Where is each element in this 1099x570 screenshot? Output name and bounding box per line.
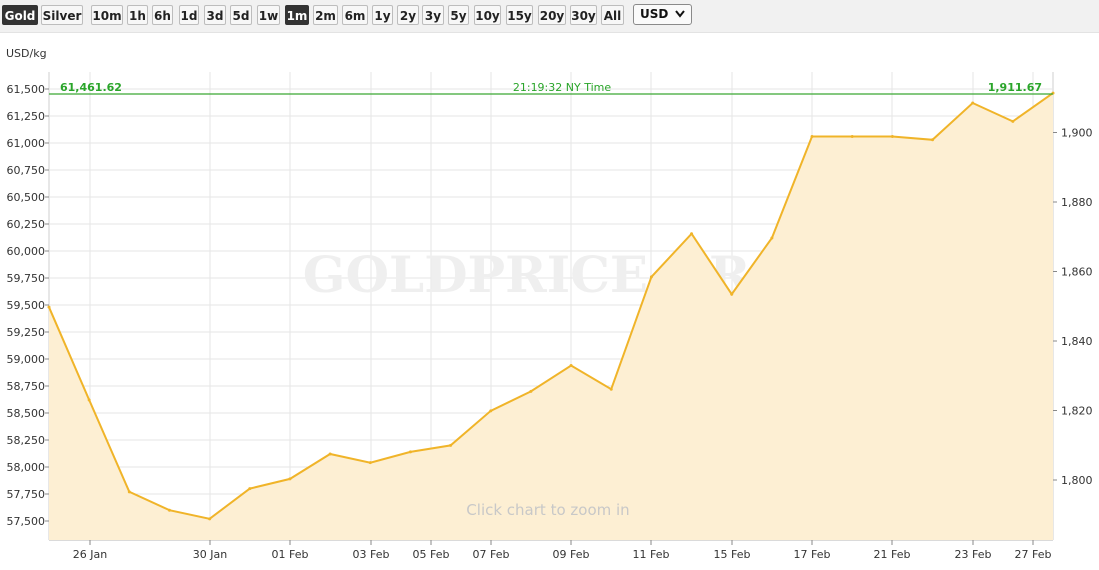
x-tick-label: 23 Feb bbox=[955, 548, 992, 561]
y-right-tick-label: 1,840 bbox=[1061, 335, 1093, 348]
x-tick-label: 09 Feb bbox=[553, 548, 590, 561]
data-point bbox=[810, 135, 814, 139]
y-left-tick-label: 59,750 bbox=[7, 272, 46, 285]
zoom-hint: Click chart to zoom in bbox=[466, 501, 629, 519]
data-point bbox=[449, 443, 453, 447]
current-price-right: 1,911.67 bbox=[988, 81, 1042, 94]
y-left-tick-label: 60,250 bbox=[7, 218, 46, 231]
x-tick-label: 21 Feb bbox=[874, 548, 911, 561]
y-right-tick-label: 1,860 bbox=[1061, 266, 1093, 279]
price-area bbox=[49, 93, 1053, 540]
x-tick-label: 01 Feb bbox=[272, 548, 309, 561]
y-left-tick-label: 58,750 bbox=[7, 380, 46, 393]
data-point bbox=[649, 275, 653, 279]
x-tick-label: 03 Feb bbox=[353, 548, 390, 561]
data-point bbox=[690, 232, 694, 236]
data-point bbox=[850, 135, 854, 139]
data-point bbox=[208, 517, 212, 521]
y-axis-right: 1,800 1,820 1,840 1,860 1,880 1,900 bbox=[1053, 127, 1093, 487]
x-axis: 26 Jan 30 Jan 01 Feb 03 Feb 05 Feb 07 Feb 09 F… bbox=[73, 540, 1052, 561]
y-left-tick-label: 60,750 bbox=[7, 164, 46, 177]
x-tick-label: 05 Feb bbox=[413, 548, 450, 561]
data-point bbox=[1011, 119, 1015, 123]
data-point bbox=[47, 305, 51, 309]
data-point bbox=[529, 389, 533, 393]
timestamp: 21:19:32 NY Time bbox=[513, 81, 611, 94]
data-point bbox=[368, 461, 372, 465]
data-point bbox=[609, 387, 613, 391]
y-left-tick-label: 57,750 bbox=[7, 488, 46, 501]
y-left-tick-label: 61,500 bbox=[7, 83, 46, 96]
data-point bbox=[730, 292, 734, 296]
x-tick-label: 15 Feb bbox=[714, 548, 751, 561]
data-point bbox=[890, 135, 894, 139]
y-right-tick-label: 1,800 bbox=[1061, 474, 1093, 487]
data-point bbox=[931, 138, 935, 142]
data-point bbox=[167, 508, 171, 512]
data-point bbox=[328, 452, 332, 456]
current-price-left: 61,461.62 bbox=[60, 81, 122, 94]
y-left-tick-label: 59,250 bbox=[7, 326, 46, 339]
y-left-tick-label: 58,250 bbox=[7, 434, 46, 447]
data-point bbox=[127, 490, 131, 494]
data-point bbox=[408, 450, 412, 454]
x-tick-label: 07 Feb bbox=[473, 548, 510, 561]
y-left-tick-label: 58,500 bbox=[7, 407, 46, 420]
y-left-tick-label: 57,500 bbox=[7, 515, 46, 528]
y-right-tick-label: 1,880 bbox=[1061, 196, 1093, 209]
data-point bbox=[87, 398, 91, 402]
data-point bbox=[248, 487, 252, 491]
x-tick-label: 17 Feb bbox=[794, 548, 831, 561]
y-left-tick-label: 61,000 bbox=[7, 137, 46, 150]
y-axis-left: 57,500 57,750 58,000 58,250 58,500 58,750 59,0… bbox=[7, 83, 49, 528]
y-left-tick-label: 59,000 bbox=[7, 353, 46, 366]
data-point bbox=[770, 236, 774, 240]
y-left-tick-label: 58,000 bbox=[7, 461, 46, 474]
y-left-tick-label: 61,250 bbox=[7, 110, 46, 123]
y-left-tick-label: 60,500 bbox=[7, 191, 46, 204]
price-chart[interactable]: GOLDPRICE.ORG 61,461.62 21:19:32 NY Time… bbox=[0, 0, 1099, 570]
y-left-tick-label: 60,000 bbox=[7, 245, 46, 258]
y-right-tick-label: 1,820 bbox=[1061, 405, 1093, 418]
x-tick-label: 26 Jan bbox=[73, 548, 107, 561]
data-point bbox=[489, 409, 493, 413]
unit-label: USD/kg bbox=[6, 47, 47, 60]
data-point bbox=[971, 101, 975, 105]
data-point bbox=[569, 363, 573, 367]
data-point bbox=[288, 477, 292, 481]
y-left-tick-label: 59,500 bbox=[7, 299, 46, 312]
y-right-tick-label: 1,900 bbox=[1061, 127, 1093, 140]
x-tick-label: 30 Jan bbox=[193, 548, 227, 561]
x-tick-label: 27 Feb bbox=[1015, 548, 1052, 561]
x-tick-label: 11 Feb bbox=[633, 548, 670, 561]
